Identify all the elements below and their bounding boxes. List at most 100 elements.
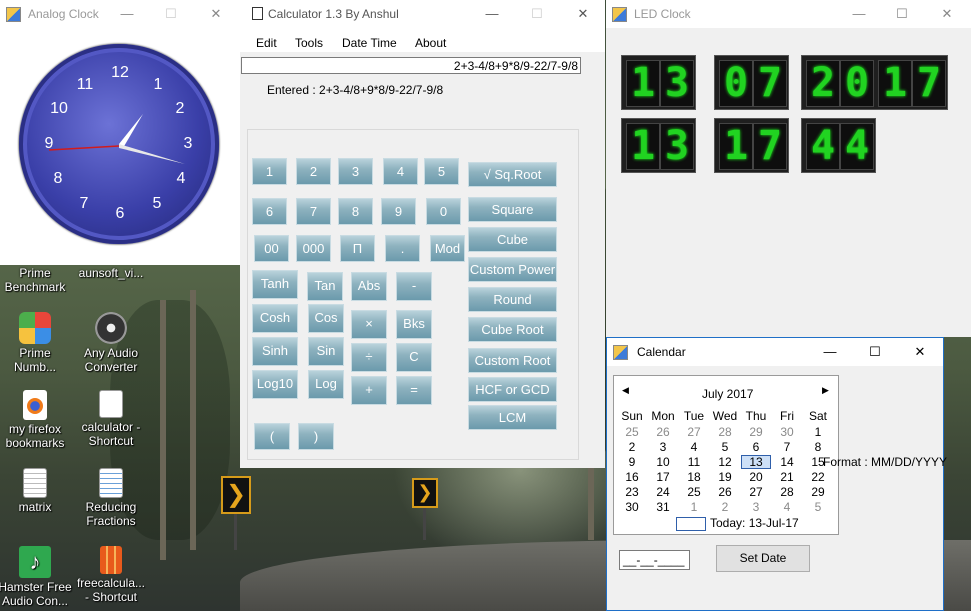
calendar-day[interactable]: 2: [710, 500, 740, 514]
calendar-day[interactable]: 22: [803, 470, 833, 484]
close-paren-button[interactable]: ): [298, 423, 334, 450]
menu-tools[interactable]: Tools: [295, 36, 323, 50]
calendar-day[interactable]: 10: [648, 455, 678, 469]
title-bar[interactable]: LED Clock — ☐ ✕: [606, 0, 971, 28]
digit-7-button[interactable]: 7: [296, 198, 331, 225]
desktop-icon-freecalculator-shortcut[interactable]: freecalcula... - Shortcut: [74, 546, 148, 604]
square-root-button[interactable]: √ Sq.Root: [468, 162, 557, 187]
backspace-button[interactable]: Bks: [396, 310, 432, 339]
calendar-day[interactable]: 20: [741, 470, 771, 484]
calendar-day[interactable]: 4: [772, 500, 802, 514]
expression-input[interactable]: 2+3-4/8+9*8/9-22/7-9/8: [241, 57, 581, 74]
calendar-day[interactable]: 29: [741, 425, 771, 439]
calendar-day[interactable]: 14: [772, 455, 802, 469]
sinh-button[interactable]: Sinh: [252, 337, 298, 366]
open-paren-button[interactable]: (: [254, 423, 290, 450]
minimize-button[interactable]: —: [477, 4, 507, 24]
digit-5-button[interactable]: 5: [424, 158, 459, 185]
calendar-day[interactable]: 3: [741, 500, 771, 514]
digit-2-button[interactable]: 2: [296, 158, 331, 185]
calendar-day[interactable]: 12: [710, 455, 740, 469]
menu-date-time[interactable]: Date Time: [342, 36, 397, 50]
calendar-day[interactable]: 8: [803, 440, 833, 454]
mod-button[interactable]: Mod: [430, 235, 465, 262]
divide-button[interactable]: ÷: [351, 343, 387, 372]
calendar-day[interactable]: 6: [741, 440, 771, 454]
maximize-button[interactable]: ☐: [860, 342, 890, 362]
close-button[interactable]: ✕: [932, 4, 962, 24]
today-marker[interactable]: [676, 517, 706, 531]
minimize-button[interactable]: —: [815, 342, 845, 362]
custom-power-button[interactable]: Custom Power: [468, 257, 557, 282]
double-zero-button[interactable]: 00: [254, 235, 289, 262]
minus-button[interactable]: -: [396, 272, 432, 301]
sin-button[interactable]: Sin: [308, 337, 344, 366]
calendar-day[interactable]: 28: [710, 425, 740, 439]
digit-6-button[interactable]: 6: [252, 198, 287, 225]
multiply-button[interactable]: ×: [351, 310, 387, 339]
minimize-button[interactable]: —: [112, 4, 142, 24]
desktop-icon-any-audio-converter[interactable]: Any Audio Converter: [74, 312, 148, 374]
menu-edit[interactable]: Edit: [256, 36, 277, 50]
desktop-icon-aunsoft[interactable]: aunsoft_vi...: [74, 266, 148, 280]
plus-button[interactable]: +: [351, 376, 387, 405]
calendar-day[interactable]: 3: [648, 440, 678, 454]
calendar-day[interactable]: 23: [617, 485, 647, 499]
desktop-icon-calculator-shortcut[interactable]: calculator - Shortcut: [74, 390, 148, 448]
calendar-day[interactable]: 18: [679, 470, 709, 484]
calendar-day[interactable]: 17: [648, 470, 678, 484]
desktop-icon-hamster-audio[interactable]: ♪ Hamster Free Audio Con...: [0, 546, 72, 608]
calendar-day[interactable]: 9: [617, 455, 647, 469]
calendar-day[interactable]: 24: [648, 485, 678, 499]
calendar-day[interactable]: 30: [617, 500, 647, 514]
log-button[interactable]: Log: [308, 370, 344, 399]
digit-4-button[interactable]: 4: [383, 158, 418, 185]
title-bar[interactable]: Analog Clock — ☐ ✕: [0, 0, 240, 28]
round-button[interactable]: Round: [468, 287, 557, 312]
digit-0-button[interactable]: 0: [426, 198, 461, 225]
today-label[interactable]: Today: 13-Jul-17: [710, 516, 799, 530]
abs-button[interactable]: Abs: [351, 272, 387, 301]
close-button[interactable]: ✕: [568, 4, 598, 24]
date-masked-input[interactable]: __-__-____: [619, 550, 690, 570]
calendar-day[interactable]: 28: [772, 485, 802, 499]
month-label[interactable]: July 2017: [702, 387, 753, 401]
set-date-button[interactable]: Set Date: [716, 545, 810, 572]
calendar-day[interactable]: 5: [803, 500, 833, 514]
cos-button[interactable]: Cos: [308, 304, 344, 333]
close-button[interactable]: ✕: [905, 342, 935, 362]
calendar-day[interactable]: 31: [648, 500, 678, 514]
calendar-day[interactable]: 19: [710, 470, 740, 484]
title-bar[interactable]: Calendar — ☐ ✕: [607, 338, 943, 366]
cube-button[interactable]: Cube: [468, 227, 557, 252]
calendar-day[interactable]: 21: [772, 470, 802, 484]
month-calendar[interactable]: ◀ July 2017 ▶ Sun Mon Tue Wed Thu Fri Sa…: [613, 375, 839, 535]
desktop-icon-reducing-fractions[interactable]: Reducing Fractions: [74, 468, 148, 528]
custom-root-button[interactable]: Custom Root: [468, 348, 557, 373]
tanh-button[interactable]: Tanh: [252, 270, 298, 299]
calendar-day[interactable]: 2: [617, 440, 647, 454]
decimal-button[interactable]: .: [385, 235, 420, 262]
calendar-day[interactable]: 1: [679, 500, 709, 514]
title-bar[interactable]: Calculator 1.3 By Anshul — ☐ ✕: [240, 0, 605, 28]
prev-month-icon[interactable]: ◀: [622, 385, 629, 396]
calendar-day[interactable]: 27: [679, 425, 709, 439]
calendar-day[interactable]: 27: [741, 485, 771, 499]
calendar-day[interactable]: 11: [679, 455, 709, 469]
pi-button[interactable]: Π: [340, 235, 375, 262]
calendar-day[interactable]: 5: [710, 440, 740, 454]
next-month-icon[interactable]: ▶: [822, 385, 829, 396]
desktop-icon-prime-benchmark[interactable]: Prime Benchmark: [0, 266, 72, 294]
square-button[interactable]: Square: [468, 197, 557, 222]
close-button[interactable]: ✕: [201, 4, 231, 24]
digit-9-button[interactable]: 9: [381, 198, 416, 225]
calendar-day[interactable]: 29: [803, 485, 833, 499]
lcm-button[interactable]: LCM: [468, 405, 557, 430]
digit-8-button[interactable]: 8: [338, 198, 373, 225]
desktop-icon-firefox-bookmarks[interactable]: my firefox bookmarks: [0, 390, 72, 450]
minimize-button[interactable]: —: [844, 4, 874, 24]
tan-button[interactable]: Tan: [307, 272, 343, 301]
calendar-day[interactable]: 26: [710, 485, 740, 499]
menu-about[interactable]: About: [415, 36, 446, 50]
maximize-button[interactable]: ☐: [156, 4, 186, 24]
